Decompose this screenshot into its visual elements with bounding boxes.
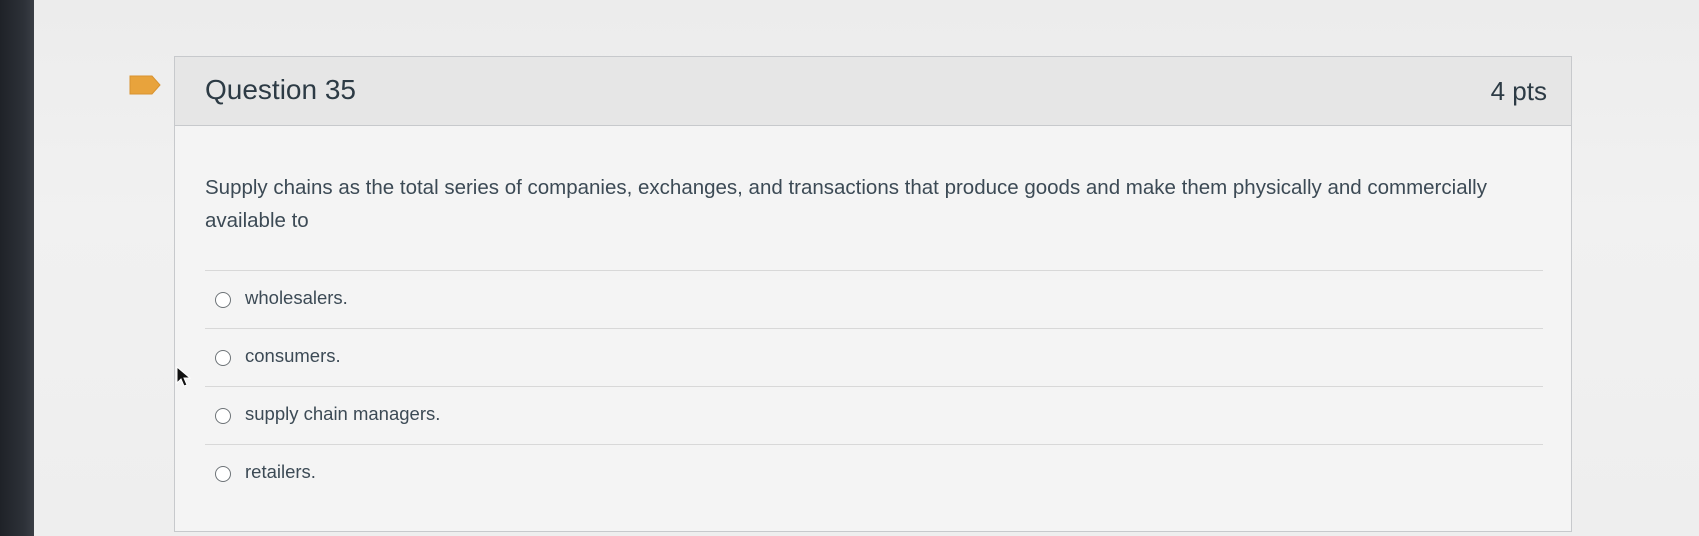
question-header: Question 35 4 pts [175, 57, 1571, 126]
radio-button[interactable] [215, 408, 231, 424]
question-points: 4 pts [1490, 76, 1547, 106]
window-left-edge [0, 0, 34, 536]
mouse-pointer-icon [176, 366, 192, 387]
answer-list: wholesalers. consumers. supply chain man… [205, 270, 1543, 502]
answer-option[interactable]: supply chain managers. [205, 387, 1543, 445]
radio-button[interactable] [215, 466, 231, 482]
answer-label[interactable]: supply chain managers. [245, 403, 440, 425]
radio-button[interactable] [215, 350, 231, 366]
answer-label[interactable]: wholesalers. [245, 287, 348, 309]
bookmark-flag-icon[interactable] [128, 74, 162, 96]
answer-option[interactable]: wholesalers. [205, 271, 1543, 329]
answer-option[interactable]: consumers. [205, 329, 1543, 387]
answer-label[interactable]: retailers. [245, 461, 316, 483]
answer-label[interactable]: consumers. [245, 345, 341, 367]
question-text: Supply chains as the total series of com… [205, 176, 1487, 232]
answer-option[interactable]: retailers. [205, 445, 1543, 502]
question-card: Question 35 4 pts Supply chains as the t… [174, 56, 1572, 532]
radio-button[interactable] [215, 292, 231, 308]
question-title: Question 35 [205, 74, 356, 105]
